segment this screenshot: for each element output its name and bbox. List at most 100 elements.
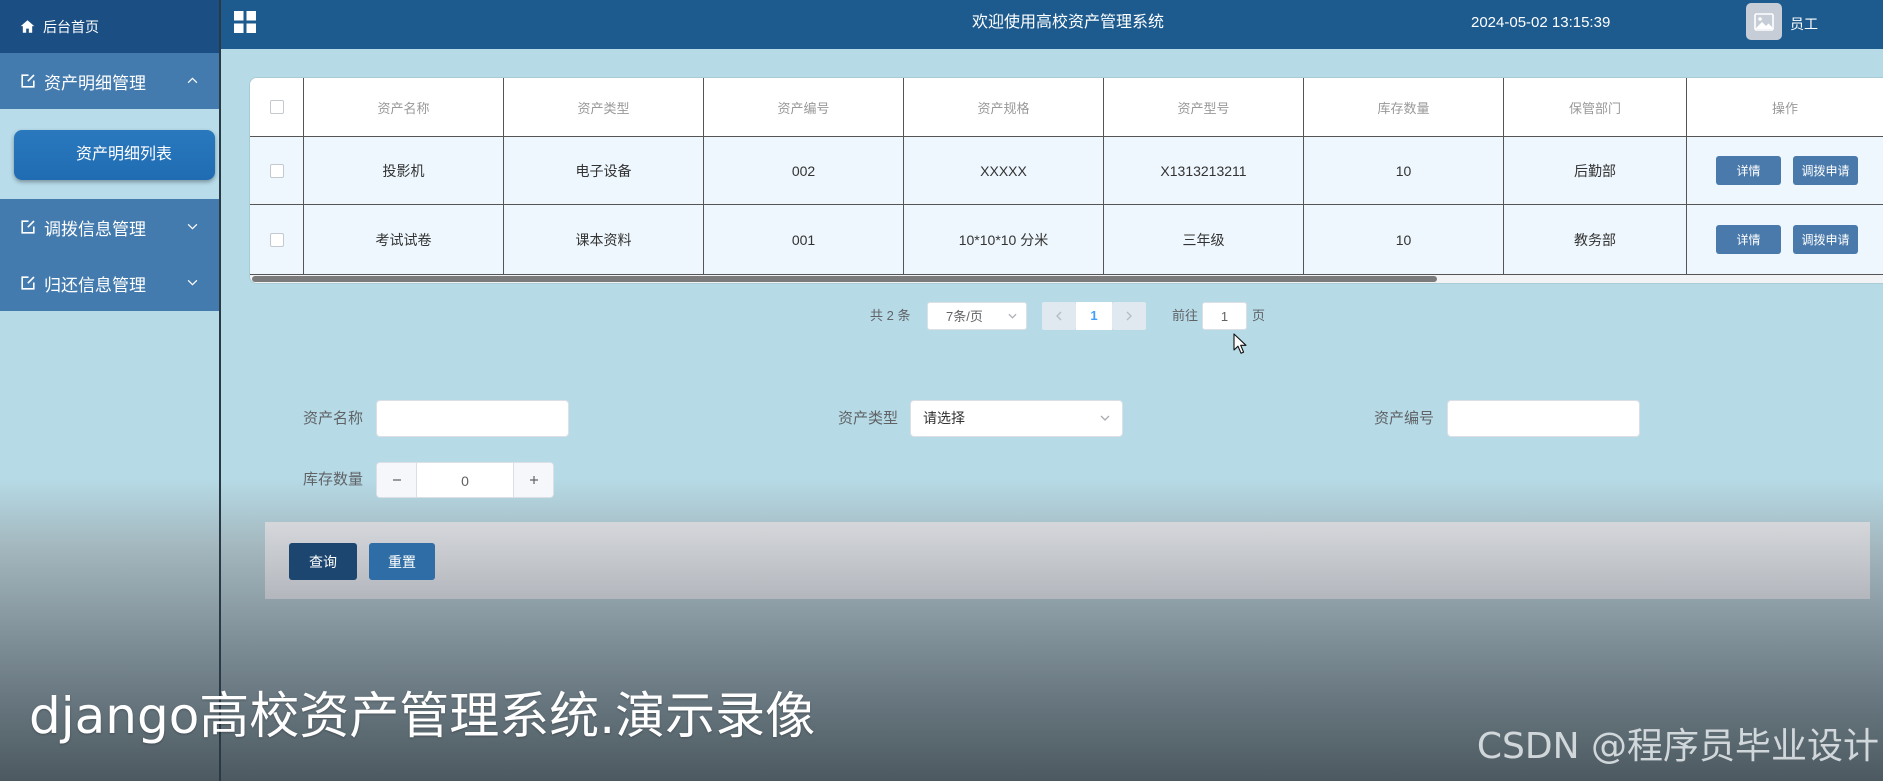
mouse-cursor-icon xyxy=(1233,333,1249,355)
cell-department: 教务部 xyxy=(1504,205,1687,274)
cell-department: 后勤部 xyxy=(1504,137,1687,204)
detail-button[interactable]: 详情 xyxy=(1716,156,1781,185)
asset-type-select[interactable]: 请选择 xyxy=(910,400,1123,437)
decrement-button[interactable] xyxy=(377,463,417,497)
image-icon xyxy=(1754,12,1774,31)
chevron-down-icon xyxy=(187,223,198,230)
chevron-right-icon xyxy=(1126,311,1132,321)
sidebar-divider xyxy=(219,0,221,781)
asset-name-input[interactable] xyxy=(376,400,569,437)
sidebar-item-label: 后台首页 xyxy=(43,18,99,35)
username[interactable]: 员工 xyxy=(1790,0,1818,48)
cell-name: 投影机 xyxy=(304,137,504,204)
pagination-goto-label: 前往 xyxy=(1172,308,1199,323)
row-checkbox[interactable] xyxy=(269,232,284,247)
cell-spec: 10*10*10 分米 xyxy=(904,205,1104,274)
pagination-page-button[interactable]: 1 xyxy=(1076,302,1112,330)
cell-type: 课本资料 xyxy=(504,205,704,274)
row-checkbox-cell xyxy=(250,205,304,274)
sidebar-item-return[interactable]: 归还信息管理 xyxy=(0,255,220,311)
column-header-stock: 库存数量 xyxy=(1304,78,1504,136)
asset-type-select-value: 请选择 xyxy=(923,410,965,426)
horizontal-scrollbar[interactable] xyxy=(250,275,1883,283)
sidebar-item-label: 资产明细管理 xyxy=(44,73,146,93)
asset-code-label: 资产编号 xyxy=(1373,410,1434,427)
sidebar-item-label: 调拨信息管理 xyxy=(44,219,146,239)
page-size-value: 7条/页 xyxy=(946,309,983,324)
scrollbar-thumb[interactable] xyxy=(252,276,1437,282)
stock-quantity-label: 库存数量 xyxy=(302,471,363,488)
plus-icon xyxy=(529,475,539,485)
top-header: 欢迎使用高校资产管理系统 2024-05-02 13:15:39 员工 xyxy=(221,0,1883,49)
pagination-next-button[interactable] xyxy=(1112,302,1146,330)
column-header-actions: 操作 xyxy=(1771,100,1798,116)
cell-stock: 10 xyxy=(1304,205,1504,274)
transfer-request-button[interactable]: 调拨申请 xyxy=(1793,225,1858,254)
search-actions-bar: 查询 重置 xyxy=(265,522,1870,599)
watermark: CSDN @程序员毕业设计 xyxy=(1476,726,1879,767)
pagination-total: 共 2 条 xyxy=(870,308,911,323)
edit-doc-icon xyxy=(20,219,36,235)
column-header-model: 资产型号 xyxy=(1104,78,1304,136)
column-header-type: 资产类型 xyxy=(504,78,704,136)
asset-table: 资产名称 资产类型 资产编号 资产规格 资产型号 库存数量 保管部门 操作 投影… xyxy=(250,78,1883,283)
cell-code: 001 xyxy=(704,205,904,274)
page-size-select[interactable]: 7条/页 xyxy=(927,302,1027,330)
grid-icon[interactable] xyxy=(234,11,256,33)
cell-code: 002 xyxy=(704,137,904,204)
sidebar-item-home[interactable]: 后台首页 xyxy=(0,0,220,53)
column-header-code: 资产编号 xyxy=(704,78,904,136)
asset-code-input[interactable] xyxy=(1447,400,1640,437)
column-header-spec: 资产规格 xyxy=(904,78,1104,136)
asset-name-label: 资产名称 xyxy=(302,410,363,427)
transfer-request-button[interactable]: 调拨申请 xyxy=(1793,156,1858,185)
sidebar-item-label: 归还信息管理 xyxy=(44,275,146,295)
sidebar: 后台首页 资产明细管理 资产明细列表 调拨信息管理 归还信息管理 xyxy=(0,0,220,781)
current-datetime: 2024-05-02 13:15:39 xyxy=(1471,14,1611,31)
table-row: 投影机 电子设备 002 XXXXX X1313213211 10 后勤部 详情… xyxy=(250,137,1883,205)
table-row: 考试试卷 课本资料 001 10*10*10 分米 三年级 10 教务部 详情 … xyxy=(250,205,1883,275)
sidebar-item-asset-detail[interactable]: 资产明细管理 xyxy=(0,53,220,109)
minus-icon xyxy=(392,475,402,485)
table-header-row: 资产名称 资产类型 资产编号 资产规格 资产型号 库存数量 保管部门 操作 xyxy=(250,78,1883,137)
stock-quantity-value[interactable]: 0 xyxy=(417,463,513,497)
cell-model: 三年级 xyxy=(1104,205,1304,274)
cell-model: X1313213211 xyxy=(1104,137,1304,204)
query-button[interactable]: 查询 xyxy=(289,543,357,580)
cell-stock: 10 xyxy=(1304,137,1504,204)
sidebar-submenu-asset-detail: 资产明细列表 xyxy=(0,109,220,199)
cell-name: 考试试卷 xyxy=(304,205,504,274)
select-all-checkbox[interactable] xyxy=(269,100,284,114)
stock-quantity-stepper: 0 xyxy=(376,462,554,498)
row-checkbox[interactable] xyxy=(269,163,284,178)
cell-type: 电子设备 xyxy=(504,137,704,204)
page-title: 欢迎使用高校资产管理系统 xyxy=(972,14,1165,31)
home-icon xyxy=(20,19,36,34)
cell-spec: XXXXX xyxy=(904,137,1104,204)
chevron-down-icon xyxy=(1008,313,1017,319)
column-header-department: 保管部门 xyxy=(1504,78,1687,136)
pagination-prev-button[interactable] xyxy=(1042,302,1076,330)
cell-actions: 详情 调拨申请 xyxy=(1687,137,1883,204)
column-header-name: 资产名称 xyxy=(304,78,504,136)
edit-doc-icon xyxy=(20,73,36,89)
app-root: 后台首页 资产明细管理 资产明细列表 调拨信息管理 归还信息管理 欢迎使用高校资… xyxy=(0,0,1883,781)
header-checkbox-cell xyxy=(250,78,304,136)
video-caption: django高校资产管理系统.演示录像 xyxy=(29,687,816,745)
increment-button[interactable] xyxy=(513,463,553,497)
chevron-up-icon xyxy=(187,77,198,84)
chevron-down-icon xyxy=(1100,415,1110,421)
chevron-down-icon xyxy=(187,279,198,286)
sidebar-item-transfer[interactable]: 调拨信息管理 xyxy=(0,199,220,255)
edit-doc-icon xyxy=(20,275,36,291)
reset-button[interactable]: 重置 xyxy=(369,543,435,580)
pagination-goto-suffix: 页 xyxy=(1252,308,1266,323)
sidebar-subitem-asset-list[interactable]: 资产明细列表 xyxy=(14,130,215,180)
avatar[interactable] xyxy=(1746,3,1782,40)
pagination-goto-input[interactable]: 1 xyxy=(1202,302,1247,330)
cell-actions: 详情 调拨申请 xyxy=(1687,205,1883,274)
asset-type-label: 资产类型 xyxy=(837,410,898,427)
chevron-left-icon xyxy=(1056,311,1062,321)
row-checkbox-cell xyxy=(250,137,304,204)
detail-button[interactable]: 详情 xyxy=(1716,225,1781,254)
